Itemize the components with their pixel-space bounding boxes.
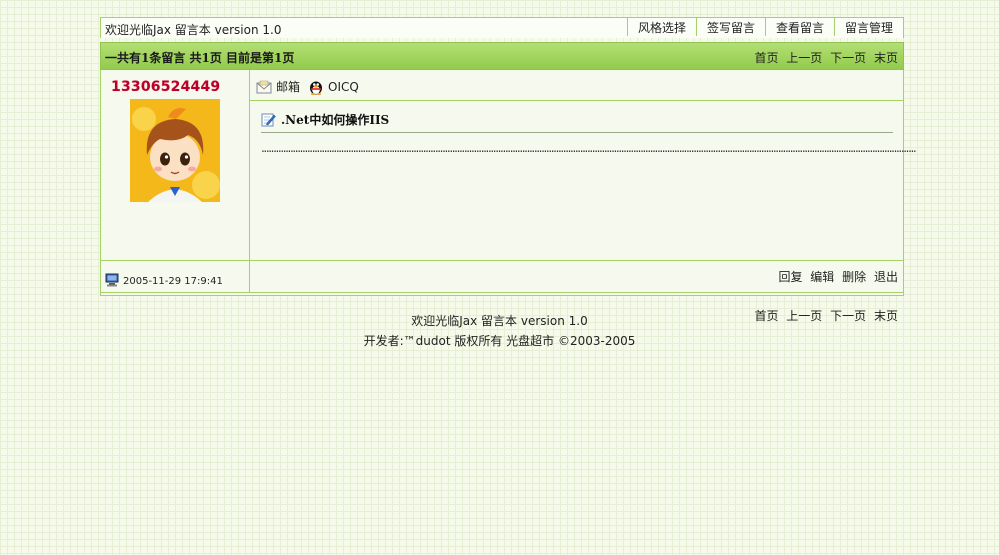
message-actions: 回复 编辑 删除 退出	[774, 268, 898, 285]
guestbook-container: 欢迎光临Jax 留言本 version 1.0 风格选择 签写留言 查看留言 留…	[100, 17, 917, 323]
footer-copyright: 开发者:™dudot 版权所有 光盘超市 ©2003-2005	[363, 334, 636, 348]
oicq-penguin-icon[interactable]	[308, 79, 324, 95]
top-bar: 欢迎光临Jax 留言本 version 1.0 风格选择 签写留言 查看留言 留…	[100, 17, 904, 38]
email-icon[interactable]	[256, 80, 272, 94]
delete-link[interactable]: 删除	[842, 270, 866, 284]
subject-title: .Net中如何操作IIS	[281, 113, 390, 127]
edit-note-icon	[261, 113, 276, 127]
message-body: ........................................…	[261, 141, 917, 155]
message-footer-row: 2005-11-29 17:9:41 回复 编辑 删除 退出	[101, 260, 903, 293]
menu-sign-message[interactable]: 签写留言	[695, 18, 765, 36]
site-title: 欢迎光临Jax 留言本 version 1.0	[105, 23, 282, 37]
menu-style-select[interactable]: 风格选择	[626, 18, 696, 36]
menu-view-messages[interactable]: 查看留言	[764, 18, 834, 36]
avatar	[130, 99, 220, 202]
top-pager: 首页 上一页 下一页 末页	[750, 49, 898, 66]
contact-links: 邮箱 OICQ	[256, 78, 367, 95]
subject-rule	[261, 132, 893, 133]
author-panel: 13306524449	[101, 70, 250, 260]
pager-next[interactable]: 下一页	[830, 51, 866, 65]
message-content-panel: 邮箱 OICQ .Net中如何操作IIS ...................…	[250, 70, 917, 260]
pager-last[interactable]: 末页	[874, 51, 898, 65]
message-count-summary: 一共有1条留言 共1页 目前是第1页	[105, 51, 295, 65]
oicq-label[interactable]: OICQ	[328, 80, 359, 94]
menu-manage-messages[interactable]: 留言管理	[833, 18, 903, 36]
message-subject: .Net中如何操作IIS	[261, 111, 389, 128]
top-menu: 风格选择 签写留言 查看留言 留言管理	[626, 18, 903, 38]
edit-link[interactable]: 编辑	[810, 270, 834, 284]
divider	[250, 100, 903, 101]
message-entry: 13306524449 邮箱 OICQ .Net中如何操作IIS .......…	[100, 70, 917, 323]
pager-prev[interactable]: 上一页	[786, 51, 822, 65]
computer-icon	[105, 273, 119, 287]
email-label[interactable]: 邮箱	[276, 78, 300, 95]
logout-link[interactable]: 退出	[874, 270, 898, 284]
pager-first[interactable]: 首页	[754, 51, 778, 65]
timestamp-cell: 2005-11-29 17:9:41	[101, 261, 250, 292]
message-timestamp: 2005-11-29 17:9:41	[123, 276, 223, 287]
reply-link[interactable]: 回复	[778, 270, 802, 284]
list-header: 一共有1条留言 共1页 目前是第1页 首页 上一页 下一页 末页	[100, 42, 904, 70]
footer-title: 欢迎光临Jax 留言本 version 1.0	[411, 314, 588, 328]
author-name: 13306524449	[111, 79, 221, 95]
